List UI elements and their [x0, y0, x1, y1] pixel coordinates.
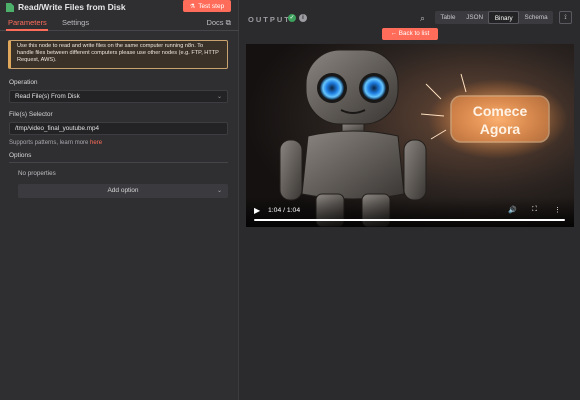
options-divider: [9, 162, 228, 163]
parameters-panel: Read/Write Files from Disk ⚗ Test step P…: [0, 0, 239, 400]
eye-left: [320, 76, 344, 100]
no-properties-text: No properties: [18, 170, 56, 177]
docs-label: Docs: [206, 18, 224, 27]
output-panel: OUTPUT ✓ i ⌕ Table JSON Binary Schema ⟟ …: [240, 0, 580, 400]
patterns-hint: Supports patterns, learn more here: [9, 140, 102, 146]
view-tab-json[interactable]: JSON: [461, 11, 489, 24]
view-switcher: Table JSON Binary Schema: [435, 11, 553, 24]
more-options-icon[interactable]: ⋮: [554, 206, 561, 214]
add-option-button[interactable]: Add option ⌄: [18, 184, 228, 198]
back-to-list-label: Back to list: [398, 30, 430, 37]
back-to-list-button[interactable]: ← Back to list: [382, 28, 438, 40]
pin-icon[interactable]: ⟟: [559, 11, 572, 24]
node-title: Read/Write Files from Disk: [18, 2, 126, 12]
view-tab-schema[interactable]: Schema: [519, 11, 553, 24]
file-icon: [6, 3, 14, 12]
operation-value: Read File(s) From Disk: [15, 93, 80, 100]
fullscreen-icon[interactable]: ⛶: [532, 206, 537, 214]
video-progress-bar[interactable]: [254, 219, 565, 221]
active-tab-underline: [6, 29, 48, 31]
external-link-icon: ⧉: [225, 18, 231, 27]
output-label: OUTPUT: [248, 15, 291, 24]
video-controls: ▶ 1:04 / 1:04 🔊 ⛶ ⋮: [246, 197, 574, 227]
robot-arm-left: [279, 139, 303, 201]
chevron-down-icon: ⌄: [216, 188, 222, 194]
hint-text: Supports patterns, learn more: [9, 140, 91, 146]
search-icon[interactable]: ⌕: [420, 13, 425, 24]
sign-text-2: Agora: [480, 121, 521, 137]
robot-torso: [301, 130, 405, 200]
play-icon[interactable]: ▶: [254, 206, 260, 215]
learn-more-link[interactable]: here: [90, 140, 102, 146]
test-step-label: Test step: [198, 2, 225, 10]
info-icon[interactable]: i: [299, 14, 307, 22]
node-titlebar: Read/Write Files from Disk ⚗ Test step: [0, 0, 239, 14]
success-check-icon: ✓: [288, 14, 296, 22]
docs-link[interactable]: Docs ⧉: [206, 18, 231, 28]
test-step-button[interactable]: ⚗ Test step: [183, 0, 231, 12]
view-tab-table[interactable]: Table: [435, 11, 461, 24]
tab-settings[interactable]: Settings: [62, 18, 89, 27]
add-option-label: Add option: [107, 187, 139, 194]
flask-icon: ⚗: [189, 3, 196, 10]
time-display: 1:04 / 1:04: [268, 207, 301, 214]
tab-parameters[interactable]: Parameters: [8, 18, 47, 27]
volume-icon[interactable]: 🔊: [508, 206, 517, 214]
file-selector-label: File(s) Selector: [9, 111, 53, 118]
operation-label: Operation: [9, 79, 38, 86]
robot-arm-right: [403, 139, 427, 201]
eye-right: [362, 76, 386, 100]
file-selector-value: /tmp/video_final_youtube.mp4: [15, 125, 100, 132]
operation-select[interactable]: Read File(s) From Disk ⌄: [9, 90, 228, 103]
file-selector-input[interactable]: /tmp/video_final_youtube.mp4: [9, 122, 228, 135]
chevron-down-icon: ⌄: [216, 94, 222, 100]
options-label: Options: [9, 152, 32, 159]
info-notice: Use this node to read and write files on…: [8, 40, 228, 69]
sign-text-1: Comece: [473, 103, 528, 119]
arrow-left-icon: ←: [390, 30, 398, 37]
video-player[interactable]: Comece Agora ▶ 1:04 / 1:04 🔊 ⛶ ⋮: [246, 44, 574, 227]
view-tab-binary[interactable]: Binary: [488, 11, 520, 24]
